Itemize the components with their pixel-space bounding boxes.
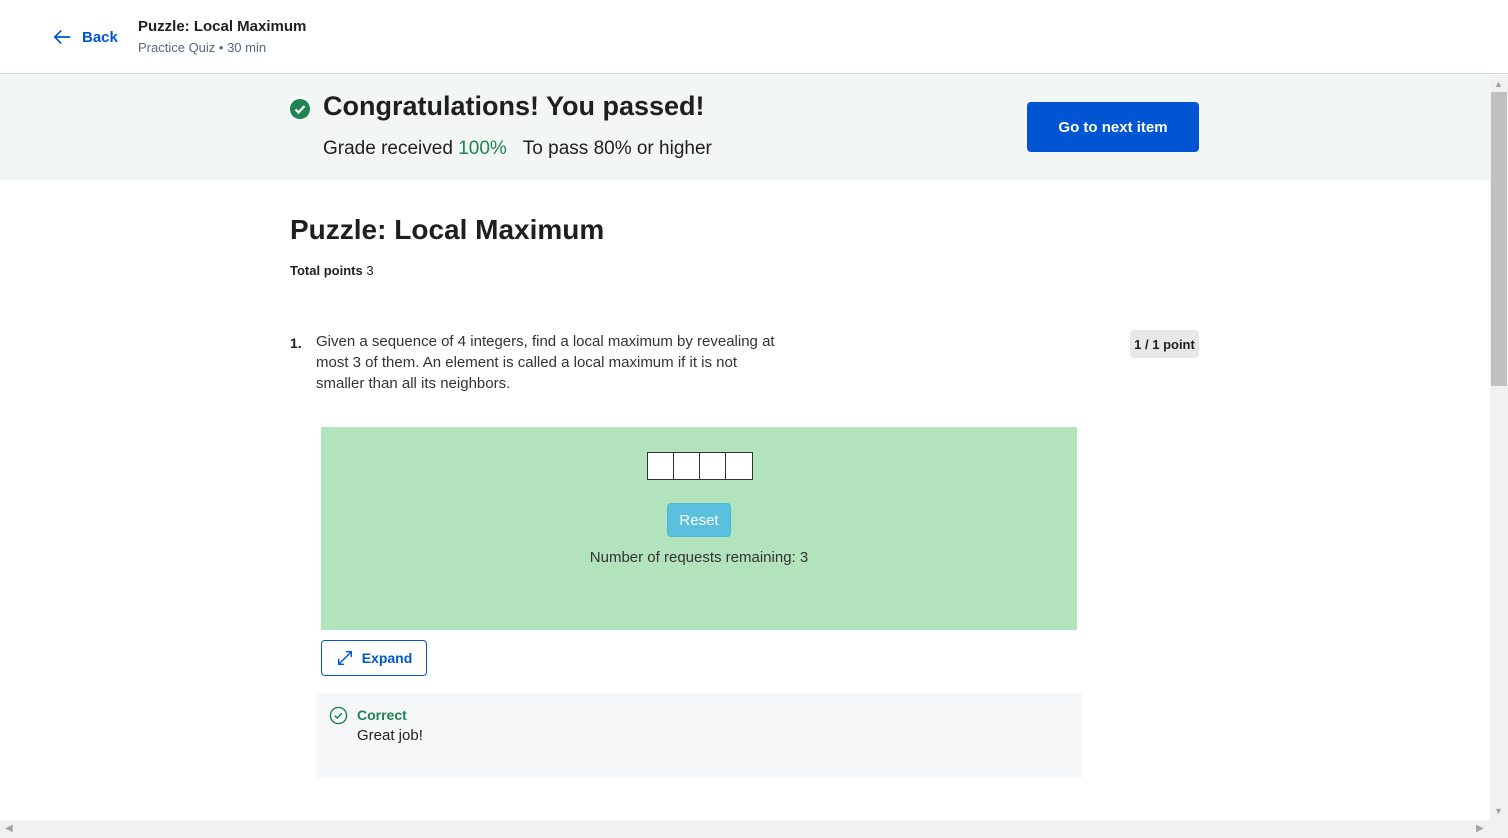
reset-button[interactable]: Reset — [667, 503, 731, 537]
pass-message: Congratulations! You passed! — [323, 91, 705, 121]
total-points-value: 3 — [366, 263, 374, 278]
scroll-right-icon[interactable]: ▶ — [1476, 823, 1484, 834]
scrollbar-thumb[interactable] — [1491, 92, 1507, 386]
back-button[interactable]: Back — [52, 26, 118, 48]
puzzle-panel: Reset Number of requests remaining: 3 — [321, 427, 1077, 630]
main-content: Congratulations! You passed! Grade recei… — [0, 75, 1490, 820]
check-outline-icon — [329, 706, 348, 725]
expand-label: Expand — [361, 650, 413, 666]
requests-remaining: Number of requests remaining: 3 — [589, 549, 809, 566]
grade-received: Grade received 100% — [323, 138, 507, 160]
quiz-title: Puzzle: Local Maximum — [290, 214, 605, 245]
feedback-message: Great job! — [357, 727, 423, 744]
pass-label: To pass — [522, 138, 589, 159]
vertical-scrollbar[interactable]: ▲ ▼ — [1490, 75, 1508, 820]
header-subtitle: Practice Quiz • 30 min — [138, 40, 267, 55]
sequence-cell[interactable] — [700, 453, 726, 479]
scroll-up-icon[interactable]: ▲ — [1494, 79, 1503, 89]
pass-value: 80% or higher — [593, 138, 712, 159]
scroll-left-icon[interactable]: ◀ — [5, 823, 13, 834]
header-title: Puzzle: Local Maximum — [138, 18, 307, 35]
header-title-block: Puzzle: Local Maximum Practice Quiz • 30… — [138, 18, 306, 55]
expand-button[interactable]: Expand — [321, 640, 427, 676]
question-number: 1. — [290, 335, 302, 351]
go-to-next-item-button[interactable]: Go to next item — [1027, 102, 1199, 152]
arrow-left-icon — [53, 29, 71, 45]
top-bar: Back Puzzle: Local Maximum Practice Quiz… — [0, 0, 1508, 74]
horizontal-scrollbar[interactable]: ◀ ▶ — [0, 820, 1508, 838]
sequence-cell[interactable] — [648, 453, 674, 479]
grade-value: 100% — [458, 138, 507, 159]
check-circle-icon — [290, 99, 310, 119]
scroll-down-icon[interactable]: ▼ — [1494, 806, 1503, 816]
grade-label: Grade received — [323, 138, 453, 159]
sequence-cell[interactable] — [674, 453, 700, 479]
expand-icon — [337, 650, 352, 666]
grade-summary: Grade received 100% To pass 80% or highe… — [323, 138, 712, 160]
points-badge: 1 / 1 point — [1130, 330, 1199, 358]
feedback-box: Correct Great job! — [316, 693, 1082, 778]
total-points-label: Total points — [290, 263, 363, 278]
pass-requirement: To pass 80% or higher — [523, 138, 712, 160]
sequence-cell[interactable] — [726, 453, 752, 479]
back-label: Back — [82, 28, 118, 46]
question-text: Given a sequence of 4 integers, find a l… — [316, 333, 775, 392]
total-points: Total points 3 — [290, 263, 374, 278]
sequence-cells — [647, 452, 753, 480]
result-banner: Congratulations! You passed! Grade recei… — [0, 75, 1490, 180]
feedback-status: Correct — [357, 707, 407, 723]
